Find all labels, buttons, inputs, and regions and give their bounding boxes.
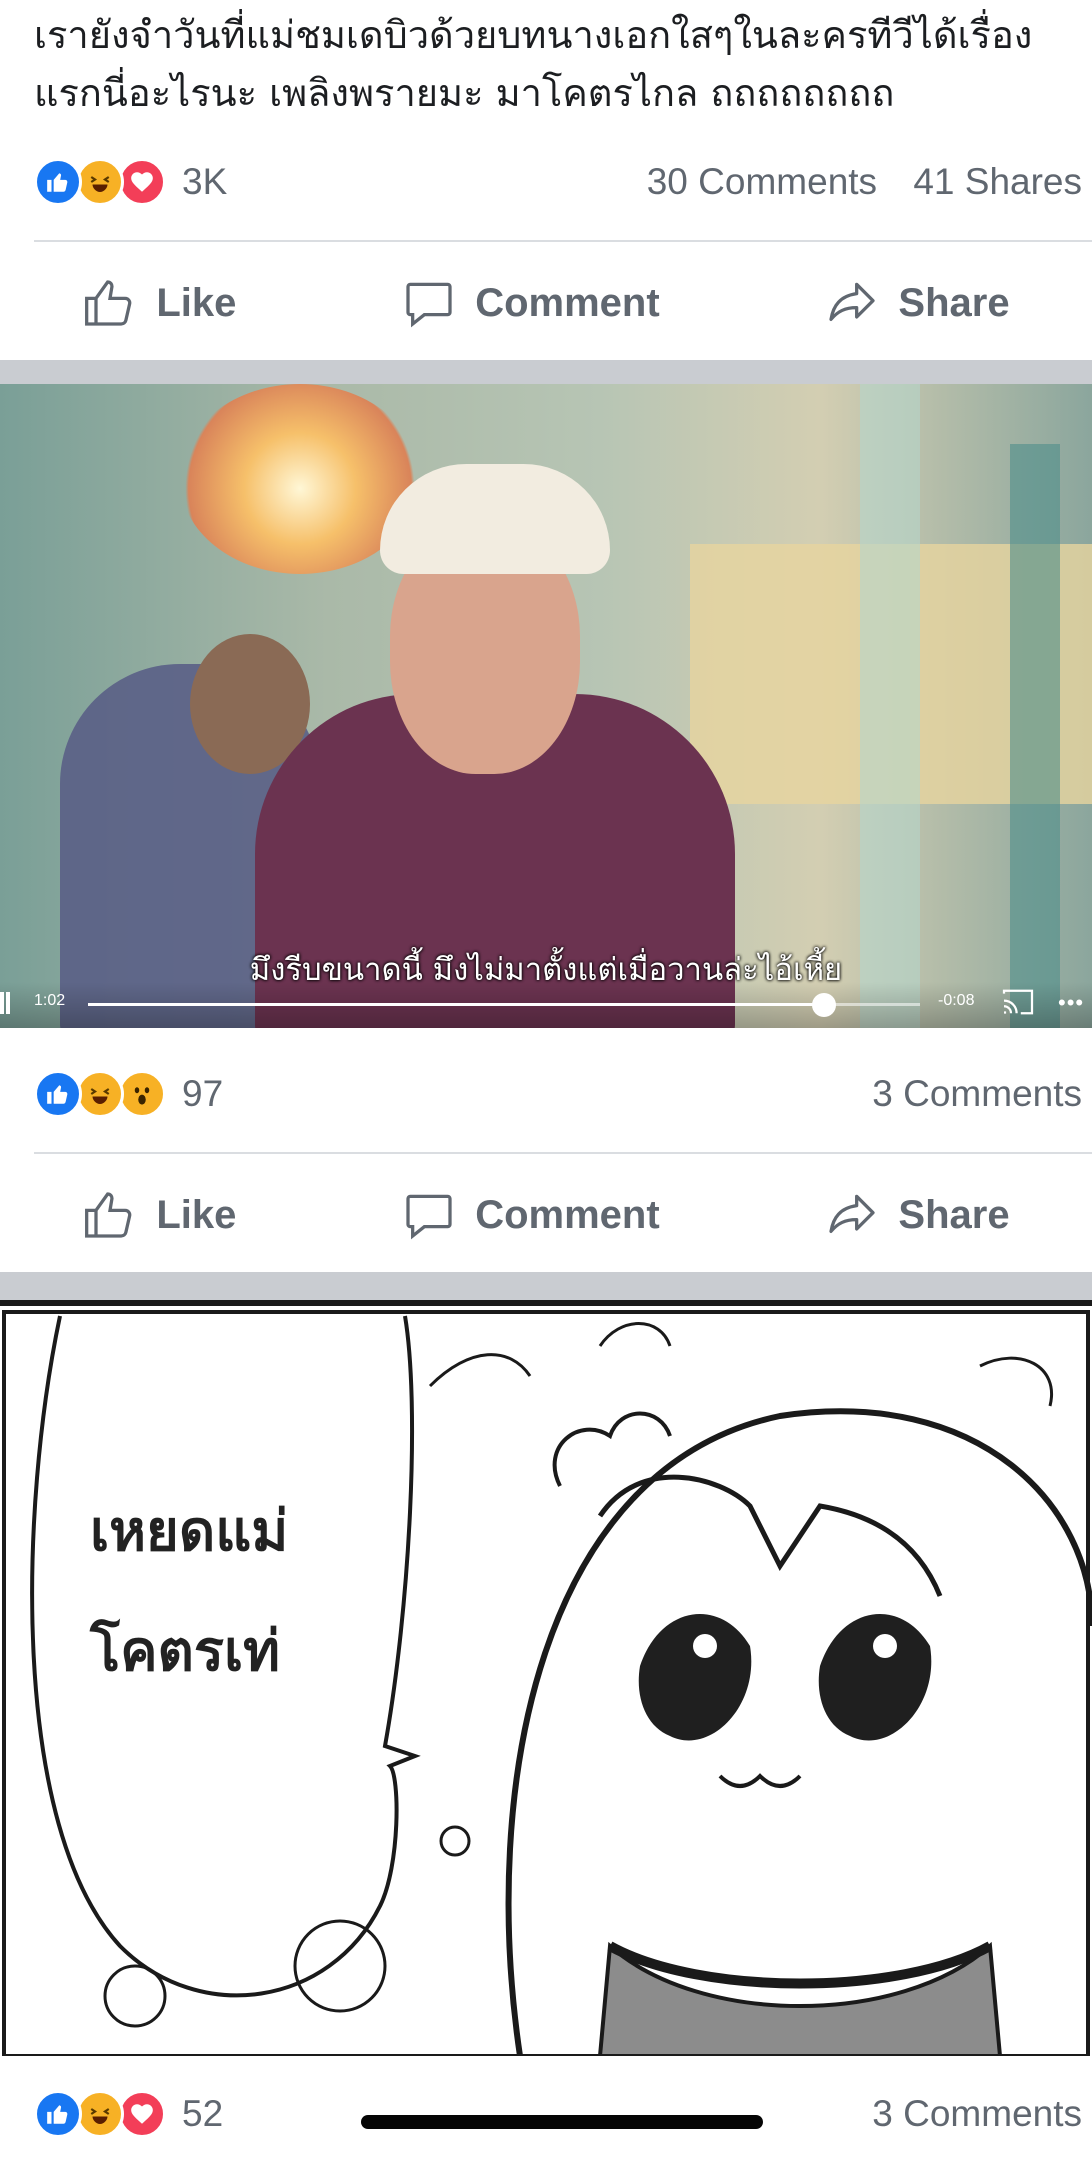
- reaction-count: 3K: [182, 161, 228, 202]
- haha-reaction-icon: [76, 158, 124, 206]
- like-label: Like: [156, 280, 237, 325]
- thumbs-up-icon: [85, 280, 132, 326]
- share-icon: [829, 1194, 876, 1233]
- reaction-count: 52: [182, 2093, 224, 2134]
- engagement-counts: 3 Comments: [846, 1073, 1082, 1115]
- pause-icon[interactable]: [0, 992, 10, 1014]
- thumbs-up-icon: [85, 1192, 132, 1238]
- reactions-summary[interactable]: 97: [34, 1070, 223, 1118]
- share-icon: [829, 282, 876, 321]
- share-label: Share: [898, 280, 1010, 325]
- shares-count-link[interactable]: 41 Shares: [913, 161, 1082, 202]
- love-reaction-icon: [118, 158, 166, 206]
- like-reaction-icon: [34, 2090, 82, 2138]
- like-button[interactable]: Like: [82, 1187, 236, 1243]
- post-stats: 52 3 Comments: [34, 2084, 1082, 2144]
- engagement-counts: 3 Comments: [846, 2093, 1082, 2135]
- like-reaction-icon: [34, 1070, 82, 1118]
- post-stats: 3K 30 Comments 41 Shares: [34, 152, 1082, 212]
- like-button[interactable]: Like: [82, 275, 236, 331]
- divider: [34, 1152, 1092, 1154]
- video-controls: 1:02 -0:08 •••: [0, 982, 1092, 1028]
- love-reaction-icon: [118, 2090, 166, 2138]
- wow-reaction-icon: [118, 1070, 166, 1118]
- post-separator: [0, 360, 1092, 384]
- post-separator: [0, 1272, 1092, 1300]
- comment-icon: [406, 1194, 452, 1240]
- time-remaining: -0:08: [938, 992, 975, 1009]
- progress-fill: [88, 1003, 825, 1006]
- share-button[interactable]: Share: [824, 1187, 1010, 1243]
- comment-button[interactable]: Comment: [401, 1187, 660, 1243]
- post-stats: 97 3 Comments: [34, 1064, 1082, 1124]
- comments-count-link[interactable]: 3 Comments: [872, 2093, 1082, 2134]
- reaction-count: 97: [182, 1073, 224, 1114]
- video-progress-bar[interactable]: [88, 993, 920, 1017]
- haha-reaction-icon: [76, 1070, 124, 1118]
- comment-label: Comment: [475, 280, 660, 325]
- like-reaction-icon: [34, 158, 82, 206]
- comic-image[interactable]: เหยดแม่ โคตรเท่: [0, 1300, 1092, 2056]
- divider: [34, 240, 1092, 242]
- action-bar: Like Comment Share: [0, 1160, 1092, 1270]
- comments-count-link[interactable]: 3 Comments: [872, 1073, 1082, 1114]
- comment-icon: [406, 282, 452, 328]
- share-button[interactable]: Share: [824, 275, 1010, 331]
- post-text: เรายังจำวันที่แม่ชมเดบิวด้วยบทนางเอกใสๆใ…: [34, 13, 1033, 115]
- comic-text-line: เหยดแม่: [90, 1499, 289, 1564]
- home-indicator[interactable]: [361, 2115, 763, 2129]
- share-label: Share: [898, 1192, 1010, 1237]
- action-bar: Like Comment Share: [0, 248, 1092, 358]
- comment-label: Comment: [475, 1192, 660, 1237]
- reactions-summary[interactable]: 52: [34, 2090, 223, 2138]
- cast-icon[interactable]: [1000, 988, 1036, 1016]
- more-options-icon[interactable]: •••: [1058, 990, 1088, 1015]
- haha-reaction-icon: [76, 2090, 124, 2138]
- engagement-counts: 30 Comments 41 Shares: [621, 161, 1082, 203]
- video-player[interactable]: มึงรีบขนาดนี้ มึงไม่มาตั้งแต่เมื่อวานล่ะ…: [0, 384, 1092, 1028]
- reactions-summary[interactable]: 3K: [34, 158, 227, 206]
- comments-count-link[interactable]: 30 Comments: [647, 161, 877, 202]
- comic-text-line: โคตรเท่: [90, 1619, 281, 1684]
- time-elapsed: 1:02: [34, 992, 66, 1009]
- scrubber-handle[interactable]: [812, 993, 837, 1017]
- like-label: Like: [156, 1192, 237, 1237]
- comment-button[interactable]: Comment: [401, 275, 660, 331]
